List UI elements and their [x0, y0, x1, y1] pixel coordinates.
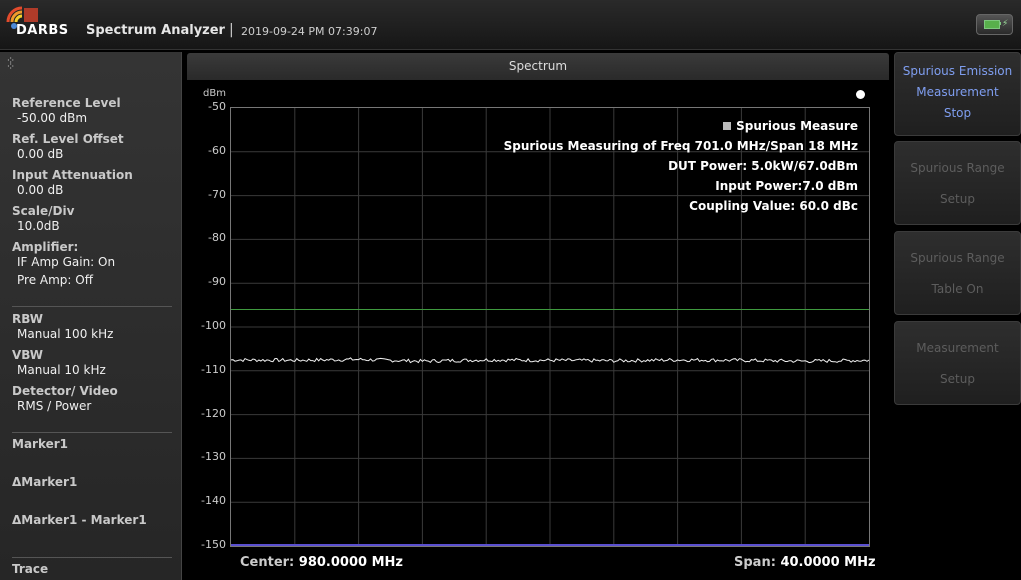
rbw-label[interactable]: RBW: [12, 312, 43, 326]
vbw-value: Manual 10 kHz: [17, 363, 106, 377]
amplifier-label[interactable]: Amplifier:: [12, 240, 78, 254]
info-input-power: Input Power:7.0 dBm: [715, 179, 858, 193]
grip-icon[interactable]: ⁘ ⁘: [6, 55, 15, 72]
measurement-setup-button[interactable]: Measurement Setup: [894, 321, 1021, 405]
info-coupling-value: Coupling Value: 60.0 dBc: [689, 199, 858, 213]
input-attenuation-label[interactable]: Input Attenuation: [12, 168, 133, 182]
spectrum-title: Spectrum: [508, 59, 568, 73]
marker1-label[interactable]: Marker1: [12, 437, 68, 451]
button-line: Measurement: [916, 341, 999, 355]
spurious-range-setup-button[interactable]: Spurious Range Setup: [894, 141, 1021, 225]
button-line: Setup: [940, 372, 975, 386]
button-line: Spurious Range: [910, 161, 1005, 175]
span-label: Span:: [734, 555, 776, 570]
span-value: 40.0000 MHz: [780, 555, 876, 570]
brand-name: DARBS: [16, 23, 69, 38]
span-frequency: Span: 40.0000 MHz: [734, 555, 876, 570]
reference-level-label[interactable]: Reference Level: [12, 96, 121, 110]
title-separator: |: [229, 22, 234, 38]
y-tick-label: -90: [208, 275, 226, 289]
reference-level-value: -50.00 dBm: [17, 111, 88, 125]
spectrum-chart: [230, 108, 870, 546]
trace-label[interactable]: Trace: [12, 562, 48, 576]
y-unit-label: dBm: [203, 88, 226, 99]
detector-value: RMS / Power: [17, 399, 92, 413]
y-tick-label: -100: [201, 319, 226, 332]
divider: [12, 557, 172, 558]
button-line: Table On: [931, 282, 984, 296]
battery-icon: ⚡: [976, 14, 1013, 35]
spectrum-plot[interactable]: [230, 107, 870, 547]
detector-label[interactable]: Detector/ Video: [12, 384, 118, 398]
scale-div-value: 10.0dB: [17, 219, 60, 233]
vbw-label[interactable]: VBW: [12, 348, 43, 362]
y-tick-label: -150: [201, 538, 226, 551]
app-header: DARBS Spectrum Analyzer | 2019-09-24 PM …: [0, 0, 1021, 50]
button-line: Setup: [940, 192, 975, 206]
spurious-emission-stop-button[interactable]: Spurious Emission Measurement Stop: [894, 52, 1021, 136]
divider: [12, 306, 172, 307]
divider: [12, 432, 172, 433]
button-line: Stop: [943, 106, 972, 120]
legend-square-icon: [723, 122, 732, 130]
y-tick-label: -130: [201, 450, 226, 464]
y-tick-label: -50: [208, 100, 226, 113]
input-attenuation-value: 0.00 dB: [17, 183, 64, 197]
y-tick-label: -120: [201, 406, 226, 420]
y-tick-label: -60: [208, 143, 226, 157]
pre-amp: Pre Amp: Off: [17, 273, 93, 287]
info-dut-power: DUT Power: 5.0kW/67.0dBm: [668, 159, 858, 173]
rbw-value: Manual 100 kHz: [17, 327, 114, 341]
datetime: 2019-09-24 PM 07:39:07: [241, 25, 378, 38]
spurious-range-table-button[interactable]: Spurious Range Table On: [894, 231, 1021, 315]
status-dot-icon: [856, 90, 865, 99]
ref-offset-label[interactable]: Ref. Level Offset: [12, 132, 124, 146]
spectrum-header: Spectrum: [187, 53, 889, 80]
y-tick-label: -70: [208, 187, 226, 201]
button-line: Spurious Range: [910, 251, 1005, 265]
button-line: Spurious Emission: [902, 64, 1013, 78]
y-tick-label: -110: [201, 362, 226, 376]
y-tick-label: -140: [201, 494, 226, 508]
ref-offset-value: 0.00 dB: [17, 147, 64, 161]
info-spurious-measure: Spurious Measure: [723, 119, 858, 133]
battery-cell: [984, 20, 1000, 29]
battery-tip: [999, 22, 1001, 25]
info-freq-span: Spurious Measuring of Freq 701.0 MHz/Spa…: [503, 139, 858, 153]
scale-div-label[interactable]: Scale/Div: [12, 204, 74, 218]
info-title: Spurious Measure: [736, 119, 858, 133]
y-tick-label: -80: [208, 231, 226, 245]
button-line: Measurement: [916, 85, 999, 99]
if-amp-gain: IF Amp Gain: On: [17, 255, 116, 269]
plug-icon: ⚡: [1002, 19, 1009, 29]
center-label: Center:: [240, 555, 295, 570]
center-frequency: Center: 980.0000 MHz: [240, 555, 403, 570]
app-title: Spectrum Analyzer: [86, 23, 225, 38]
center-value: 980.0000 MHz: [298, 555, 403, 570]
delta-marker-diff-label[interactable]: ΔMarker1 - Marker1: [12, 513, 147, 527]
delta-marker1-label[interactable]: ΔMarker1: [12, 475, 77, 489]
